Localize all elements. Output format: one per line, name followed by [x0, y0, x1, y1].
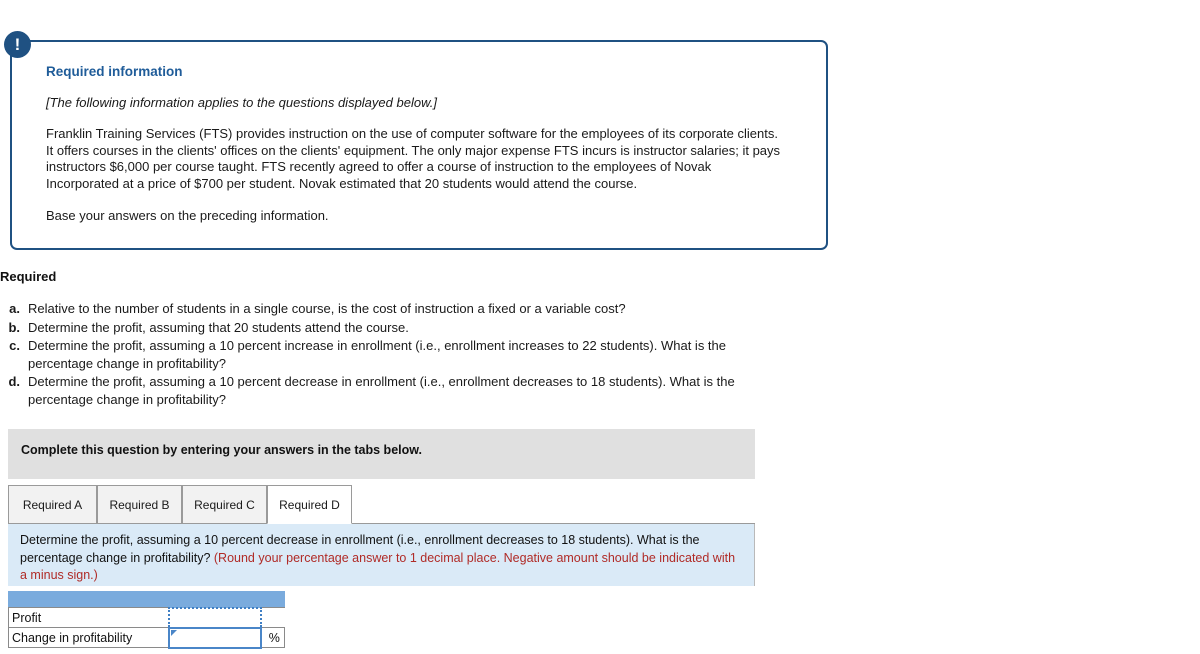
required-item-letter: d. [8, 374, 20, 389]
required-item-b: b. Determine the profit, assuming that 2… [0, 319, 790, 337]
tab-label: Required C [194, 497, 255, 512]
required-items-list: a. Relative to the number of students in… [0, 300, 790, 409]
change-in-profitability-unit-cell: % [260, 627, 285, 648]
required-item-a: a. Relative to the number of students in… [0, 300, 790, 318]
table-header-row [8, 591, 285, 608]
header-cell-value [168, 591, 261, 608]
required-item-d: d. Determine the profit, assuming a 10 p… [0, 373, 790, 408]
table-row: Profit [8, 606, 285, 629]
row-label-profit: Profit [8, 607, 169, 628]
required-item-text: Determine the profit, assuming a 10 perc… [28, 374, 735, 407]
required-item-text: Determine the profit, assuming that 20 s… [28, 319, 409, 335]
tab-required-d[interactable]: Required D [267, 485, 352, 524]
required-item-text: Determine the profit, assuming a 10 perc… [28, 338, 727, 371]
requirement-tab-strip: Required A Required B Required C Require… [8, 485, 755, 524]
tab-required-a[interactable]: Required A [8, 485, 97, 524]
callout-title: Required information [46, 64, 183, 79]
required-item-text: Relative to the number of students in a … [28, 301, 626, 316]
cell-caret-icon [170, 629, 177, 636]
required-heading: Required [0, 269, 57, 284]
exclamation-glyph: ! [14, 35, 21, 54]
profit-input-cell[interactable] [167, 606, 262, 629]
row-label-change-in-profitability: Change in profitability [8, 627, 169, 648]
callout-applies-note: [The following information applies to th… [46, 95, 437, 110]
required-information-callout: Required information [The following info… [10, 40, 828, 250]
complete-question-bar: Complete this question by entering your … [8, 429, 755, 479]
header-cell-label [8, 591, 169, 608]
required-item-c: c. Determine the profit, assuming a 10 p… [0, 337, 790, 372]
tab-label: Required D [279, 497, 340, 512]
required-item-letter: c. [9, 338, 20, 353]
exclamation-icon: ! [4, 31, 31, 58]
required-item-letter: b. [8, 319, 20, 335]
callout-base-note: Base your answers on the preceding infor… [46, 208, 329, 223]
profit-unit-cell [261, 608, 285, 628]
tab-required-c[interactable]: Required C [182, 485, 267, 524]
tab-label: Required A [22, 497, 83, 512]
question-prompt-panel: Determine the profit, assuming a 10 perc… [8, 524, 755, 586]
required-item-letter: a. [9, 301, 20, 316]
change-in-profitability-input-cell[interactable] [167, 626, 262, 649]
tab-label: Required B [109, 497, 170, 512]
callout-scenario-text: Franklin Training Services (FTS) provide… [46, 126, 781, 191]
complete-question-label: Complete this question by entering your … [21, 443, 422, 457]
tab-required-b[interactable]: Required B [97, 485, 182, 524]
table-row: Change in profitability % [8, 626, 285, 649]
header-cell-unit [260, 591, 285, 608]
answer-table: Profit Change in profitability % [8, 591, 285, 649]
